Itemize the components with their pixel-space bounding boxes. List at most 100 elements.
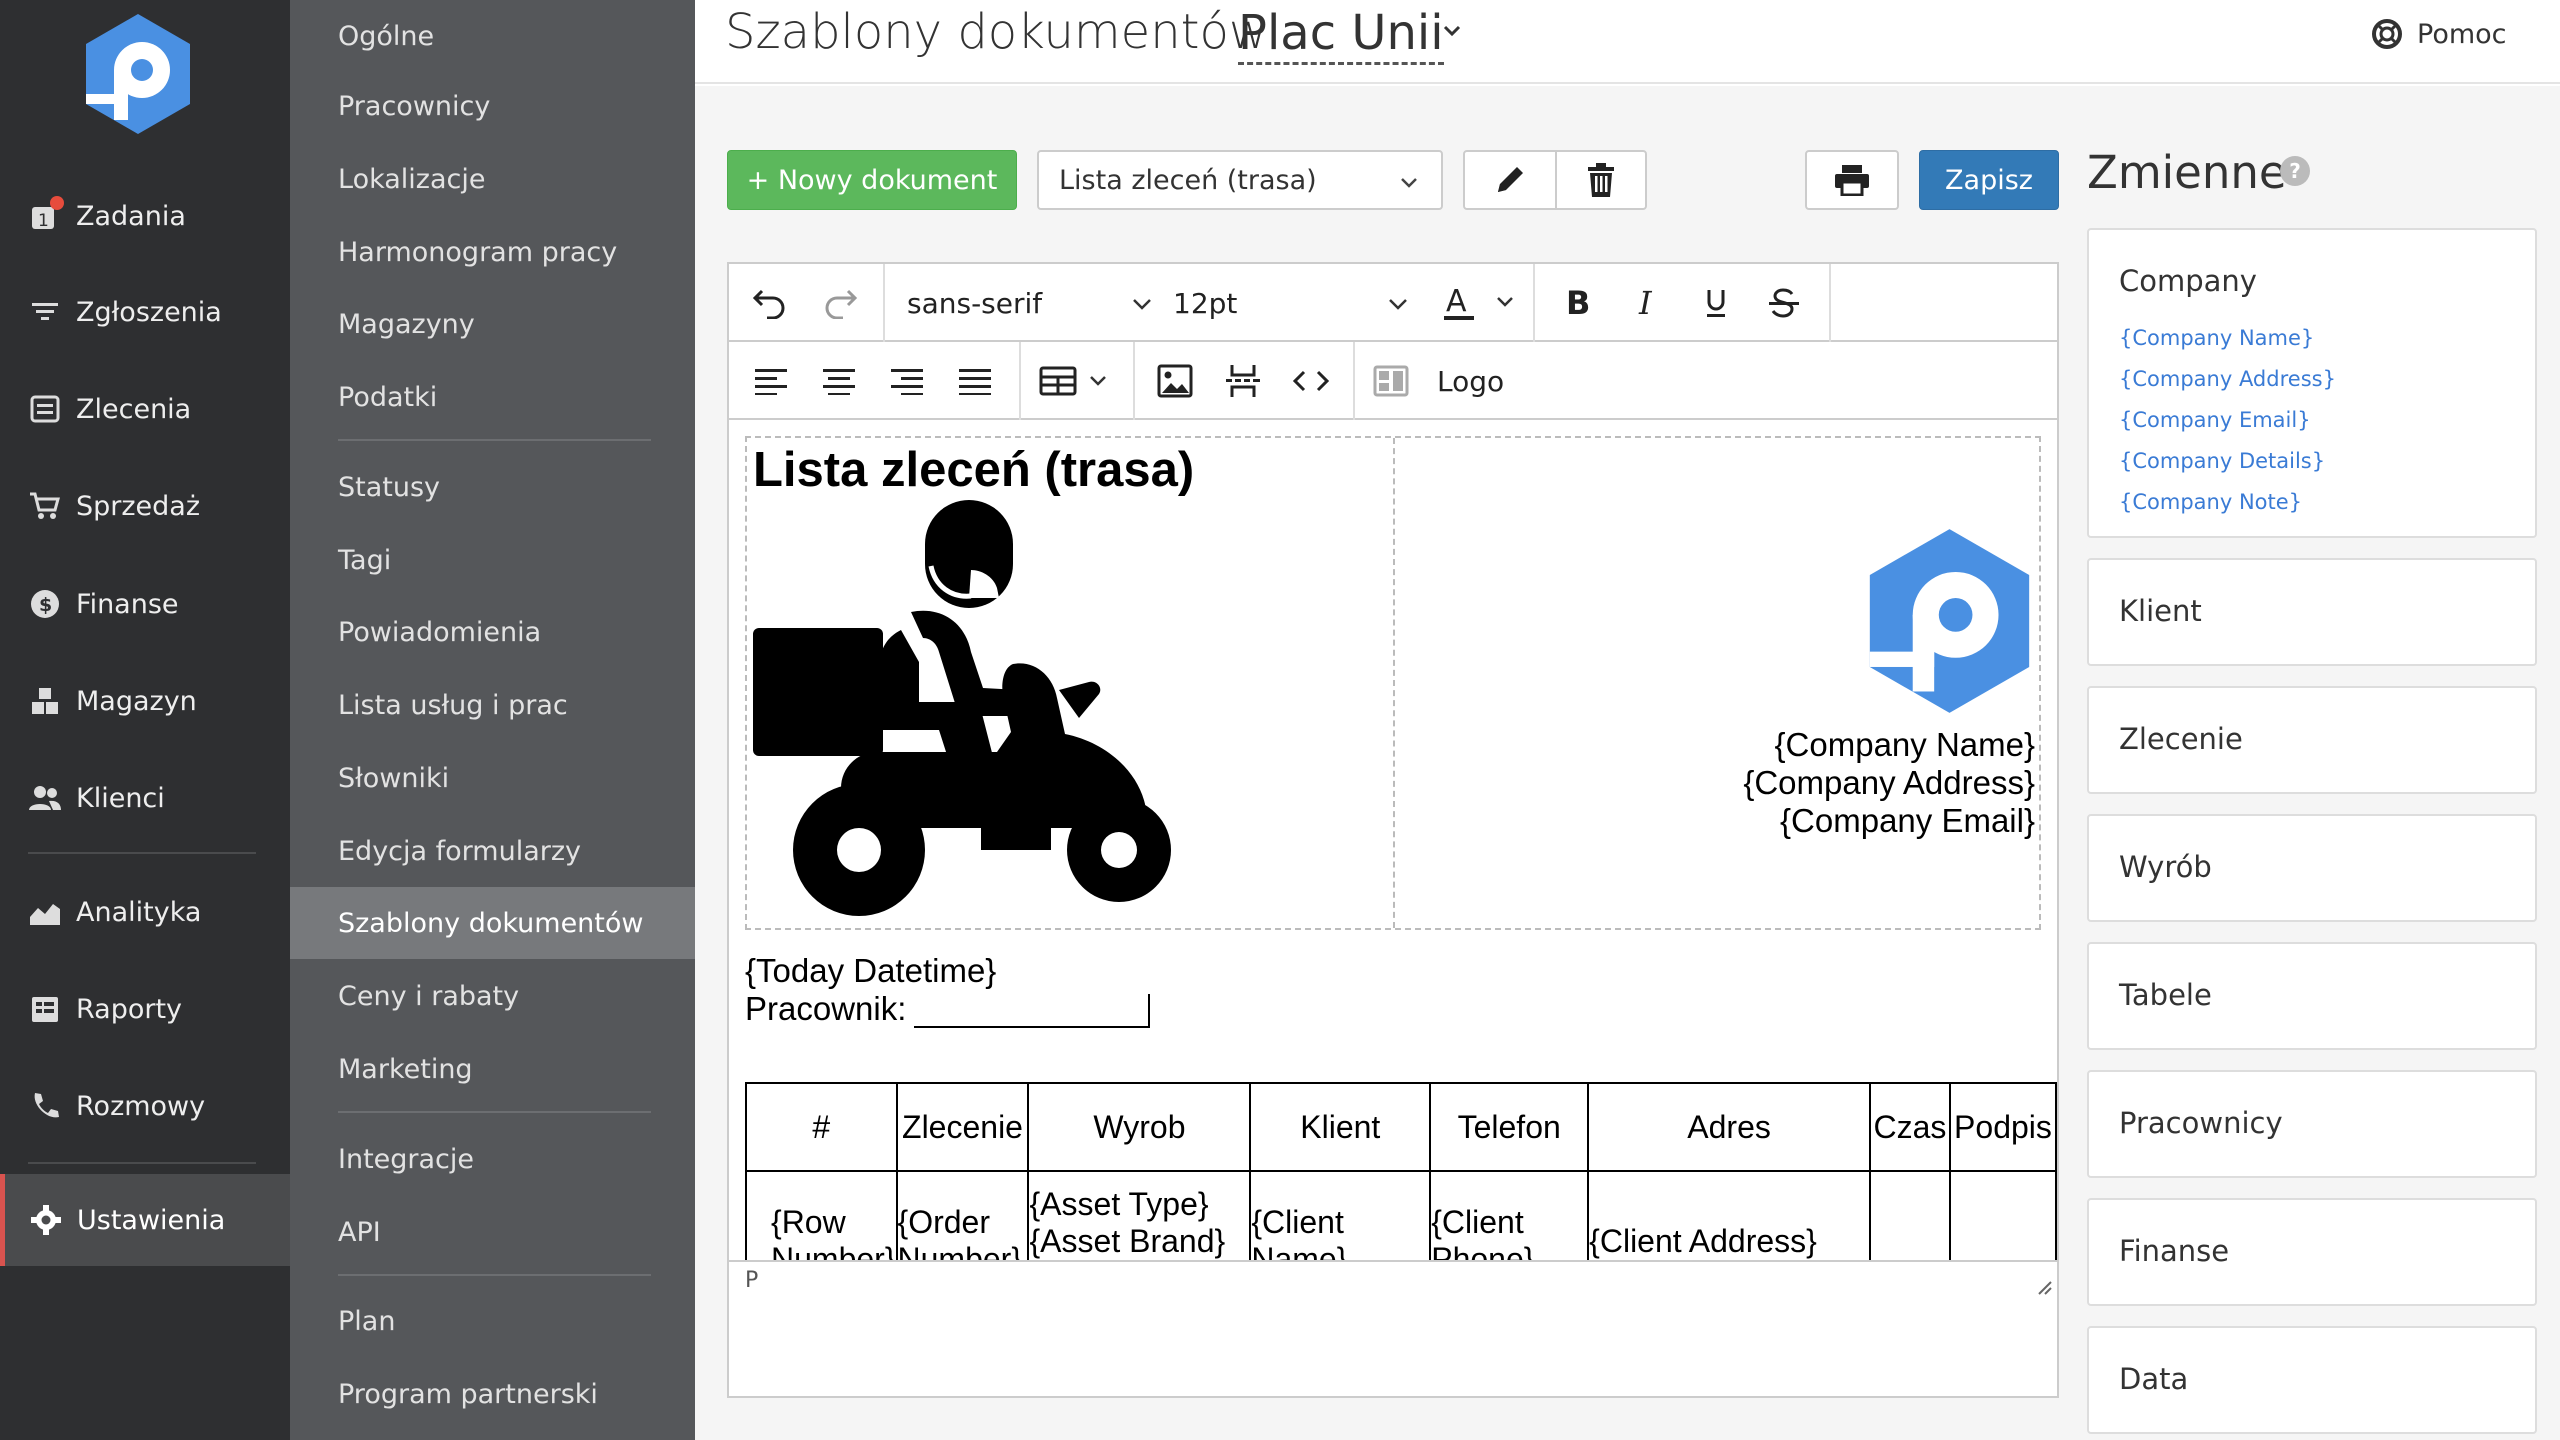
align-center-icon	[823, 369, 855, 395]
phone-icon	[28, 1089, 62, 1123]
gear-icon	[29, 1203, 63, 1237]
new-document-button[interactable]: + Nowy dokument	[727, 150, 1017, 210]
page-break-button[interactable]	[1217, 342, 1269, 420]
text-color-button[interactable]: A	[1435, 264, 1527, 342]
subnav-item-podatki[interactable]: Podatki	[290, 361, 695, 433]
undo-button[interactable]	[743, 264, 797, 342]
align-right-icon	[891, 369, 923, 395]
variable-link[interactable]: {Company Email}	[2119, 408, 2311, 432]
subnav-item-lokalizacje[interactable]: Lokalizacje	[290, 143, 695, 215]
subnav-item-ogolne[interactable]: Ogólne	[290, 0, 695, 72]
image-icon	[1157, 364, 1193, 398]
variables-card-wyrob[interactable]: Wyrób	[2087, 814, 2537, 922]
chevron-down-icon	[1133, 299, 1151, 310]
nav-item-sprzedaz[interactable]: Sprzedaż	[0, 462, 290, 550]
nav-item-rozmowy[interactable]: Rozmowy	[0, 1062, 290, 1150]
save-button[interactable]: Zapisz	[1919, 150, 2059, 210]
align-right-button[interactable]	[883, 342, 931, 420]
svg-text:$: $	[39, 594, 52, 616]
table-cell: {Client Phone}	[1429, 1170, 1590, 1260]
nav-label: Ustawienia	[77, 1204, 226, 1236]
svg-text:A: A	[1446, 284, 1467, 319]
subnav-item-tagi[interactable]: Tagi	[290, 524, 695, 596]
subnav-item-ceny[interactable]: Ceny i rabaty	[290, 960, 695, 1032]
nav-item-finanse[interactable]: $ Finanse	[0, 560, 290, 648]
nav-label: Zlecenia	[76, 393, 192, 425]
toolbar-divider	[1133, 342, 1135, 420]
variables-help-icon[interactable]: ?	[2280, 156, 2310, 186]
nav-item-raporty[interactable]: Raporty	[0, 965, 290, 1053]
subnav-item-marketing[interactable]: Marketing	[290, 1033, 695, 1105]
subnav-item-powiadomienia[interactable]: Powiadomienia	[290, 596, 695, 668]
subnav-item-szablony[interactable]: Szablony dokumentów	[290, 887, 695, 959]
strikethrough-button[interactable]	[1755, 264, 1813, 342]
variable-link[interactable]: {Company Details}	[2119, 449, 2325, 473]
subnav-item-slowniki[interactable]: Słowniki	[290, 742, 695, 814]
main-content: + Nowy dokument Lista zleceń (trasa) Zap…	[695, 86, 2560, 1440]
variable-link[interactable]: {Company Note}	[2119, 490, 2302, 514]
delete-template-button[interactable]	[1555, 150, 1647, 210]
page-break-icon	[1226, 365, 1260, 397]
italic-icon: I	[1638, 286, 1653, 320]
signature-blank	[914, 994, 1151, 1028]
nav-label: Magazyn	[76, 685, 197, 717]
help-link[interactable]: Pomoc	[2371, 14, 2507, 54]
align-center-button[interactable]	[815, 342, 863, 420]
variables-card-pracownicy[interactable]: Pracownicy	[2087, 1070, 2537, 1178]
bold-button[interactable]: B	[1549, 264, 1607, 342]
variables-card-zlecenie[interactable]: Zlecenie	[2087, 686, 2537, 794]
insert-image-button[interactable]	[1149, 342, 1201, 420]
nav-item-magazyn[interactable]: Magazyn	[0, 657, 290, 745]
nav-item-zgloszenia[interactable]: Zgłoszenia	[0, 268, 290, 356]
svg-text:1: 1	[38, 211, 49, 231]
table-header-cell: Wyrob	[1027, 1082, 1252, 1172]
subnav-item-plan[interactable]: Plan	[290, 1285, 695, 1357]
subnav-item-lista-uslug[interactable]: Lista usług i prac	[290, 669, 695, 741]
variables-card-title: Pracownicy	[2119, 1106, 2283, 1140]
logo-insert-button[interactable]: Logo	[1437, 342, 1557, 420]
nav-item-analityka[interactable]: Analityka	[0, 868, 290, 956]
company-logo-image[interactable]	[1862, 526, 2037, 716]
variable-link[interactable]: {Company Address}	[2119, 367, 2336, 391]
subnav-item-magazyny[interactable]: Magazyny	[290, 288, 695, 360]
font-family-select[interactable]: sans-serif	[907, 264, 1167, 342]
table-button[interactable]	[1035, 342, 1119, 420]
italic-button[interactable]: I	[1617, 264, 1675, 342]
app-logo[interactable]	[82, 12, 194, 136]
nav-item-zadania[interactable]: 1 Zadania	[0, 172, 290, 260]
nav-item-klienci[interactable]: Klienci	[0, 754, 290, 842]
variables-card-klient[interactable]: Klient	[2087, 558, 2537, 666]
courier-scooter-image[interactable]	[751, 500, 1171, 930]
subnav-item-integracje[interactable]: Integracje	[290, 1123, 695, 1195]
nav-item-zlecenia[interactable]: Zlecenia	[0, 365, 290, 453]
location-selector[interactable]: Plac Unii	[1238, 4, 1444, 65]
subnav-item-pracownicy[interactable]: Pracownicy	[290, 70, 695, 142]
source-code-button[interactable]	[1285, 342, 1337, 420]
bold-icon: B	[1566, 286, 1590, 320]
underline-button[interactable]	[1687, 264, 1745, 342]
variables-card-data[interactable]: Data	[2087, 1326, 2537, 1434]
justify-button[interactable]	[951, 342, 999, 420]
editor-content[interactable]: Lista zleceń (trasa) {Company Name} {Com…	[729, 422, 2057, 1260]
nav-item-ustawienia[interactable]: Ustawienia	[0, 1174, 290, 1266]
subnav-item-statusy[interactable]: Statusy	[290, 451, 695, 523]
print-button[interactable]	[1805, 150, 1899, 210]
redo-button[interactable]	[813, 264, 867, 342]
edit-template-button[interactable]	[1463, 150, 1557, 210]
font-size-select[interactable]: 12pt	[1173, 264, 1423, 342]
template-select[interactable]: Lista zleceń (trasa)	[1037, 150, 1443, 210]
nav-label: Zadania	[76, 200, 186, 232]
subnav-item-program-partnerski[interactable]: Program partnerski	[290, 1358, 695, 1430]
subnav-item-api[interactable]: API	[290, 1196, 695, 1268]
element-path[interactable]: P	[745, 1268, 758, 1293]
resize-handle-icon[interactable]	[2033, 1276, 2053, 1296]
variables-card-finanse[interactable]: Finanse	[2087, 1198, 2537, 1306]
subnav-item-harmonogram[interactable]: Harmonogram pracy	[290, 216, 695, 288]
chevron-down-icon[interactable]	[1441, 20, 1463, 42]
variables-card-company[interactable]: Company {Company Name} {Company Address}…	[2087, 228, 2537, 538]
logo-template-icon-button[interactable]	[1369, 342, 1413, 420]
subnav-item-edycja-formularzy[interactable]: Edycja formularzy	[290, 815, 695, 887]
variable-link[interactable]: {Company Name}	[2119, 326, 2314, 350]
align-left-button[interactable]	[747, 342, 795, 420]
variables-card-tabele[interactable]: Tabele	[2087, 942, 2537, 1050]
